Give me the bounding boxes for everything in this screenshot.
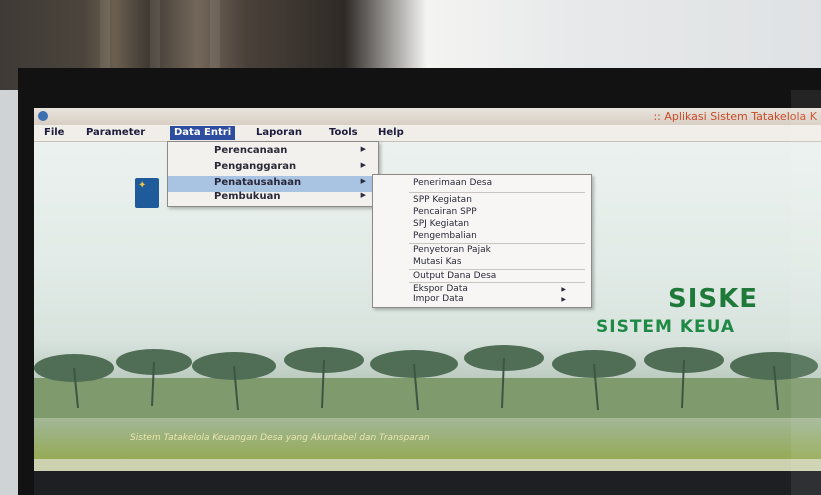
submenu-divider [409,192,585,193]
palm-trees-image [34,345,821,418]
submenu-item-spj-kegiatan[interactable]: SPJ Kegiatan [413,219,469,229]
triangle-right-icon: ▶ [360,177,366,185]
triangle-right-icon: ▶ [360,145,366,153]
data-entri-dropdown: Perencanaan ▶ Penganggaran ▶ Penatausaha… [167,141,379,207]
submenu-item-spp-kegiatan[interactable]: SPP Kegiatan [413,195,472,205]
submenu-item-impor-data[interactable]: Impor Data [413,294,464,304]
app-icon[interactable] [38,111,48,121]
submenu-item-penerimaan-desa[interactable]: Penerimaan Desa [413,178,492,188]
emblem-star-icon: ✦ [138,180,147,191]
submenu-divider [409,243,585,244]
menu-data-entri[interactable]: Data Entri [170,126,236,140]
menu-parameter[interactable]: Parameter [82,126,149,140]
dropdown-item-pembukuan[interactable]: Pembukuan ▶ [168,190,378,206]
menu-file[interactable]: File [40,126,68,140]
submenu-item-output-dana-desa[interactable]: Output Dana Desa [413,271,496,281]
triangle-right-icon: ▶ [360,191,366,199]
dropdown-item-perencanaan[interactable]: Perencanaan ▶ [168,144,378,160]
menu-tools[interactable]: Tools [325,126,362,140]
brand-title: SISKE [668,284,759,314]
status-bar [34,459,821,471]
submenu-item-ekspor-data[interactable]: Ekspor Data [413,284,468,294]
submenu-item-pengembalian[interactable]: Pengembalian [413,231,477,241]
submenu-item-penyetoran-pajak[interactable]: Penyetoran Pajak [413,245,491,255]
triangle-right-icon: ▶ [561,286,566,293]
triangle-right-icon: ▶ [561,296,566,303]
menu-laporan[interactable]: Laporan [252,126,306,140]
brand-subtitle: SISTEM KEUA [596,317,736,337]
submenu-item-mutasi-kas[interactable]: Mutasi Kas [413,257,462,267]
submenu-divider [409,269,585,270]
penatausahaan-submenu: Penerimaan Desa SPP Kegiatan Pencairan S… [372,174,592,308]
app-window: :: Aplikasi Sistem Tatakelola K File Par… [34,108,821,495]
submenu-item-pencairan-spp[interactable]: Pencairan SPP [413,207,477,217]
triangle-right-icon: ▶ [360,161,366,169]
screen-glare [791,90,821,495]
menu-help[interactable]: Help [374,126,408,140]
tagline-text: Sistem Tatakelola Keuangan Desa yang Aku… [130,433,430,443]
dropdown-item-penganggaran[interactable]: Penganggaran ▶ [168,160,378,176]
title-bar: :: Aplikasi Sistem Tatakelola K [34,108,821,125]
taskbar [34,471,821,495]
menu-bar: File Parameter Data Entri Laporan Tools … [34,125,821,142]
submenu-divider [409,282,585,283]
